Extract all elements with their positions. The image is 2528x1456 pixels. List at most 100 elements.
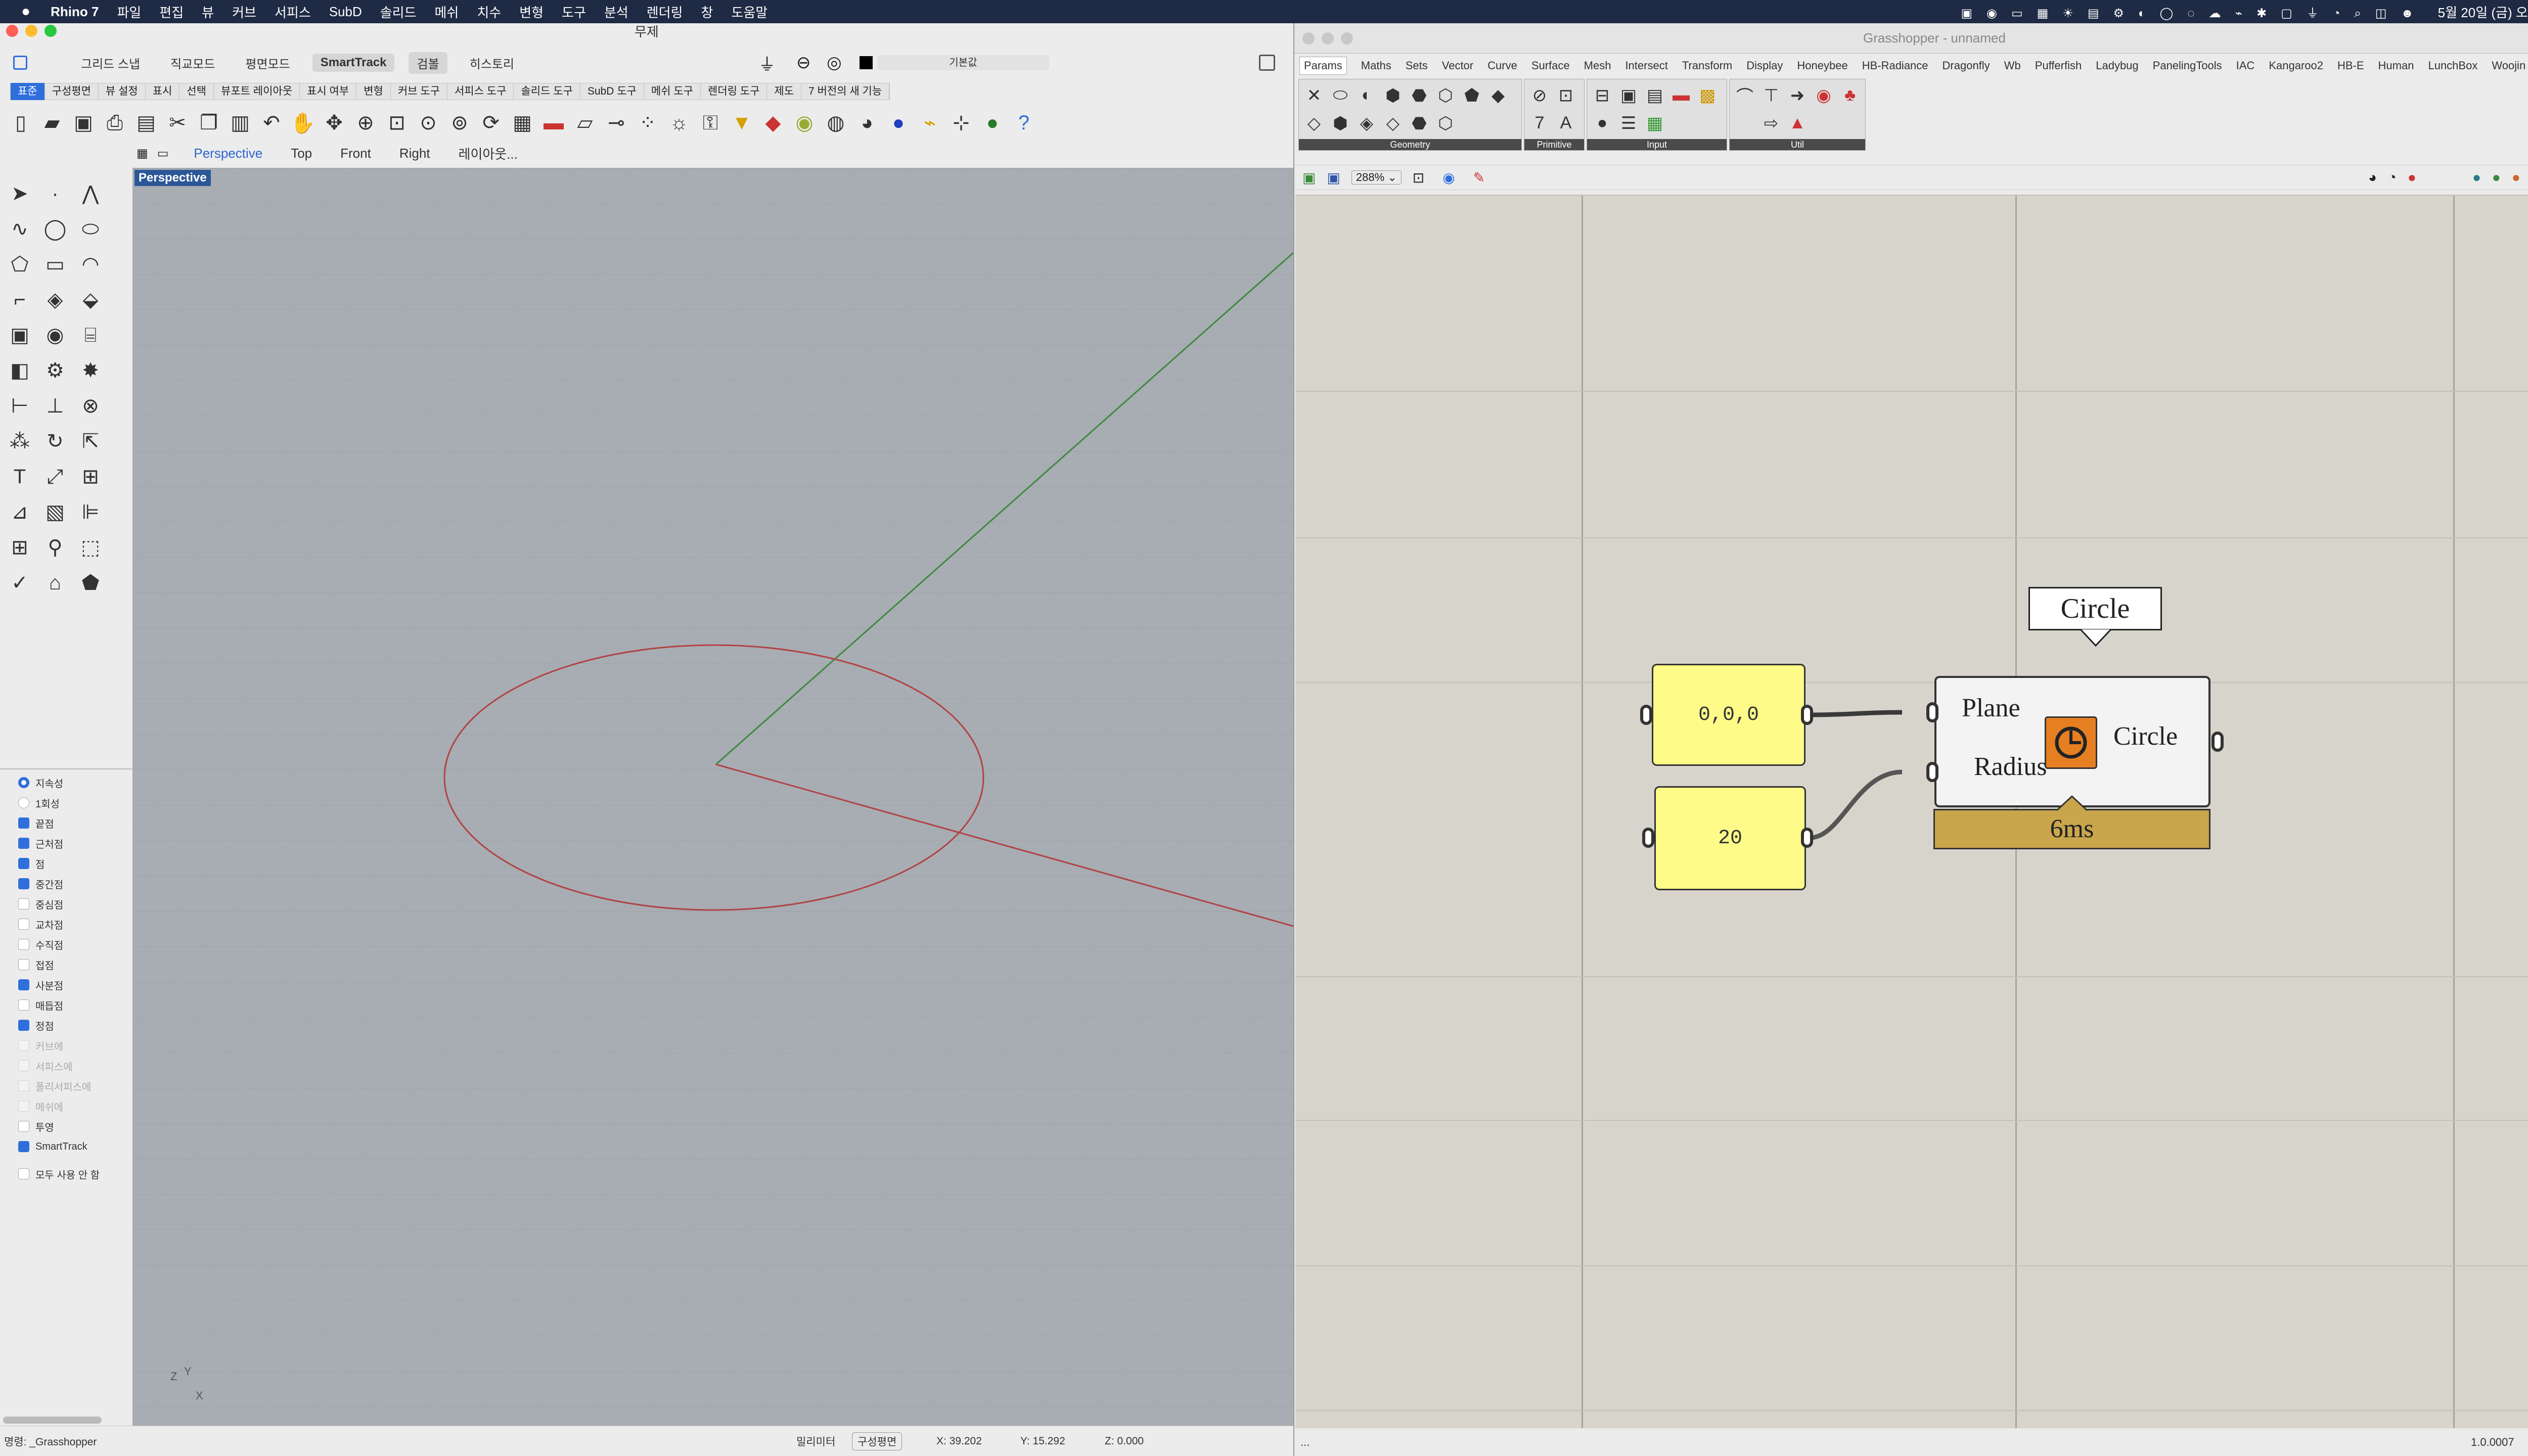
panel-plane-input-grip[interactable] [1640,705,1652,725]
toolbar-tab-7[interactable]: 변형 [356,83,391,100]
menu-item-3[interactable]: 커브 [232,3,256,21]
material-icon[interactable]: ◆ [757,107,789,139]
integer-param-icon[interactable]: ⊡ [1553,82,1579,109]
apple-icon[interactable]: ● [21,3,30,20]
osnap-item-0[interactable]: 지속성 [18,772,129,793]
sketch-icon[interactable]: ✎ [1473,169,1485,186]
menu-item-5[interactable]: SubD [329,4,362,20]
layout-icon[interactable]: ▭ [157,146,169,161]
grid-array-icon[interactable]: ⊞ [2,530,37,565]
array-icon[interactable]: ⊞ [73,459,108,494]
menu-item-7[interactable]: 메쉬 [435,3,459,21]
output-circle-grip[interactable] [2211,732,2224,752]
gh-tab-22[interactable]: Woojin [2492,59,2525,72]
osnap-item-13[interactable]: 커브에 [18,1035,129,1056]
toolbar-tab-10[interactable]: 솔리드 도구 [514,83,580,100]
gh-save-icon[interactable]: ▣ [1327,169,1340,186]
osnap-checkbox[interactable] [18,797,29,808]
preview-mode-icons[interactable]: ●●●● [2472,169,2528,186]
relay-icon[interactable]: ➜ [1784,82,1811,109]
flashlight-icon[interactable]: ⌁ [914,107,945,139]
group-icon[interactable]: ⁂ [2,424,37,459]
gh-tab-4[interactable]: Curve [1487,59,1517,72]
new-file-icon[interactable]: ▯ [5,107,36,139]
panel-plane-output-grip[interactable] [1801,705,1813,725]
zoom-extents-gh-icon[interactable]: ⊡ [1413,169,1424,186]
boolean-icon[interactable]: ◉ [37,317,73,353]
render-icon[interactable]: ▼ [726,107,757,139]
points-icon[interactable]: ⁘ [632,107,663,139]
gh-tab-9[interactable]: Display [1746,59,1783,72]
zoom-window-icon[interactable]: ⊡ [381,107,413,139]
osnap-checkbox[interactable] [18,858,29,869]
view-tab-3[interactable]: Right [399,146,430,161]
curve-param-icon[interactable]: ⬡ [1432,82,1459,109]
toolbar-tab-1[interactable]: 구성평면 [45,83,99,100]
boolean-param-icon[interactable]: ⊘ [1526,82,1553,109]
copy-icon[interactable]: ❐ [193,107,224,139]
explode-icon[interactable]: ✸ [73,353,108,388]
number-param-icon[interactable]: 7 [1526,110,1553,136]
gh-tab-19[interactable]: HB-E [2337,59,2364,72]
gh-maximize-icon[interactable] [1341,32,1353,44]
preview-eye-icon[interactable]: ◉ [1442,169,1455,186]
maximize-icon[interactable] [44,25,57,37]
osnap-checkbox[interactable] [18,919,29,930]
brep-param-icon[interactable]: ⬣ [1406,82,1432,109]
md-slider-icon[interactable]: ▦ [1642,110,1668,136]
mode-button-5[interactable]: 히스토리 [462,52,522,74]
move-icon[interactable]: ✥ [319,107,350,139]
gh-open-icon[interactable]: ▣ [1302,169,1316,186]
display-mode-icons[interactable]: ◕◔● [2368,169,2427,186]
grid-icon[interactable]: ▦ [137,146,148,161]
circle-component[interactable]: Plane Radius Circle [1934,676,2210,807]
osnap-checkbox[interactable] [18,838,29,849]
loft-icon[interactable]: ⬙ [73,282,108,317]
target-icon[interactable]: ◎ [827,53,842,73]
gh-tab-2[interactable]: Sets [1406,59,1428,72]
menu-item-10[interactable]: 도구 [562,3,586,21]
rotate-icon[interactable]: ↻ [37,424,73,459]
field-param-icon[interactable]: ⬟ [1459,82,1485,109]
osnap-checkbox[interactable] [18,1080,29,1091]
toolbar-tab-0[interactable]: 표준 [11,83,45,100]
toggle-icon[interactable]: ▣ [1615,82,1642,109]
value-list-icon[interactable]: ☰ [1615,110,1642,136]
gh-tab-12[interactable]: Dragonfly [1943,59,1990,72]
geometry-param-icon[interactable]: ◆ [1485,82,1511,109]
toolbar-tab-5[interactable]: 뷰포트 레이아웃 [214,83,300,100]
mode-button-4[interactable]: 검볼 [409,52,447,74]
scrollbar[interactable] [3,1417,102,1424]
osnap-checkbox[interactable] [18,817,29,829]
menu-item-0[interactable]: 파일 [117,3,141,21]
menu-item-8[interactable]: 치수 [477,3,501,21]
zoom-extents-icon[interactable]: ⊙ [413,107,444,139]
dimension-icon[interactable]: ⊹ [945,107,977,139]
osnap-checkbox[interactable] [18,1121,29,1132]
osnap-checkbox[interactable] [18,878,29,889]
help-icon[interactable]: ? [1008,107,1040,139]
gh-tab-21[interactable]: LunchBox [2428,59,2477,72]
text-param-icon[interactable]: A [1553,110,1579,136]
osnap-item-4[interactable]: 점 [18,853,129,874]
panel-plane[interactable]: 0,0,0 [1652,664,1805,766]
osnap-item-15[interactable]: 폴리서피스에 [18,1076,129,1096]
block-icon[interactable]: ▧ [37,494,73,530]
osnap-checkbox[interactable] [18,1101,29,1112]
arrow-outline-icon[interactable]: ⇨ [1758,110,1784,136]
cut-icon[interactable]: ✂ [162,107,193,139]
open-file-icon[interactable]: ▰ [36,107,68,139]
button-icon[interactable]: ▤ [1642,82,1668,109]
properties-icon[interactable]: ⚲ [37,530,73,565]
mode-button-0[interactable]: 그리드 스냅 [73,52,148,74]
layout-tool-icon[interactable]: ⬚ [73,530,108,565]
toolbar-tab-3[interactable]: 표시 [146,83,180,100]
filter-icon[interactable]: ⏚ [758,51,776,75]
gh-tab-7[interactable]: Intersect [1625,59,1667,72]
menu-item-9[interactable]: 변형 [519,3,544,21]
menu-item-11[interactable]: 분석 [604,3,628,21]
cluster-icon[interactable]: ◉ [1811,82,1837,109]
color-wheel-icon[interactable]: ◉ [789,107,820,139]
gh-tab-6[interactable]: Mesh [1584,59,1611,72]
lock-object-icon[interactable]: ⚿ [695,107,726,139]
